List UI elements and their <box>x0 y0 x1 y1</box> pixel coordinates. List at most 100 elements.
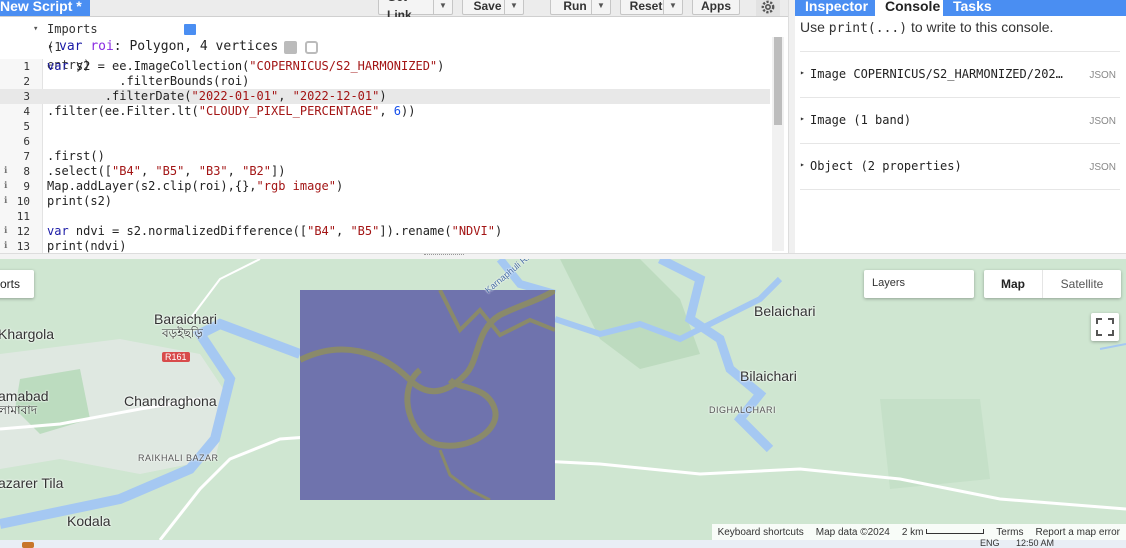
code-text[interactable]: .filter(ee.Filter.lt("CLOUDY_PIXEL_PERCE… <box>47 104 415 119</box>
console-entry[interactable]: ▸ Image (1 band) JSON <box>800 97 1120 143</box>
chevron-down-icon[interactable]: ▼ <box>663 0 682 14</box>
console-entry-text[interactable]: Object (2 properties) <box>810 159 1085 173</box>
expand-triangle-icon[interactable]: ▸ <box>800 160 805 169</box>
run-button[interactable]: Run ▼ <box>550 0 611 15</box>
code-line[interactable]: 1 var s2 = ee.ImageCollection("COPERNICUS… <box>0 59 770 74</box>
code-line[interactable]: ℹ 10 print(s2) <box>0 194 770 209</box>
apps-button[interactable]: Apps <box>692 0 740 15</box>
console-entry-text[interactable]: Image COPERNICUS/S2_HARMONIZED/202… <box>810 67 1085 81</box>
save-button[interactable]: Save ▼ <box>462 0 524 15</box>
terms-link[interactable]: Terms <box>996 527 1023 538</box>
hint-pre: Use <box>800 19 829 35</box>
tab-inspector[interactable]: Inspector <box>795 0 875 16</box>
place-bilaichari: Bilaichari <box>740 368 797 384</box>
tab-tasks[interactable]: Tasks <box>943 0 1002 16</box>
layers-button[interactable]: Layers <box>864 270 974 298</box>
code-token: print(ndvi) <box>47 239 127 253</box>
expand-triangle-icon[interactable]: ▸ <box>48 38 53 56</box>
code-text[interactable]: print(s2) <box>47 194 112 209</box>
roi-variable[interactable]: roi <box>90 39 113 54</box>
code-line[interactable]: ℹ 12 var ndvi = s2.normalizedDifference(["… <box>0 224 770 239</box>
code-text[interactable]: var s2 = ee.ImageCollection("COPERNICUS/… <box>47 59 444 74</box>
expand-triangle-icon[interactable]: ▸ <box>800 68 805 77</box>
console-entry-text[interactable]: Image (1 band) <box>810 113 1085 127</box>
code-line[interactable]: 4 .filter(ee.Filter.lt("CLOUDY_PIXEL_PERC… <box>0 104 770 119</box>
save-label: Save <box>473 0 502 13</box>
editor-scrollbar[interactable] <box>772 37 784 251</box>
script-title[interactable]: New Script * <box>0 0 90 16</box>
json-link[interactable]: JSON <box>1089 116 1116 127</box>
collapse-triangle-icon[interactable]: ▾ <box>33 20 38 38</box>
scale-label: 2 km <box>901 526 924 538</box>
code-text[interactable]: print(ndvi) <box>47 239 126 253</box>
code-token: , <box>184 164 199 178</box>
line-number: 7 <box>23 150 30 163</box>
json-link[interactable]: JSON <box>1089 162 1116 173</box>
code-line[interactable]: 7 .first() <box>0 149 770 164</box>
code-line[interactable]: ℹ 9 Map.addLayer(s2.clip(roi),{},"rgb imag… <box>0 179 770 194</box>
code-token: ]).rename( <box>379 224 452 238</box>
console-hint: Use print(...) to write to this console. <box>800 19 1053 36</box>
map-view[interactable]: Khargola Baraichari বড়ইছড়ি R161 amabad… <box>0 259 1126 540</box>
line-number: 4 <box>23 105 30 118</box>
console-entry[interactable]: ▸ Object (2 properties) JSON <box>800 143 1120 190</box>
map-footer: Keyboard shortcuts Map data ©2024 2 km T… <box>711 524 1126 540</box>
target-icon[interactable] <box>305 41 318 54</box>
code-token: 6 <box>393 104 402 118</box>
code-text[interactable]: .filterBounds(roi) <box>47 74 249 89</box>
code-line[interactable]: 6 <box>0 134 770 149</box>
json-link[interactable]: JSON <box>1089 70 1116 81</box>
clock[interactable]: 12:50 AM <box>1016 538 1054 548</box>
code-text[interactable]: Map.addLayer(s2.clip(roi),{},"rgb image"… <box>47 179 343 194</box>
code-text[interactable]: .first() <box>47 149 105 164</box>
app-icon[interactable] <box>22 542 34 548</box>
reset-label: Reset <box>629 0 663 13</box>
code-text[interactable]: .filterDate("2022-01-01", "2022-12-01") <box>47 89 387 104</box>
place-khargola: Khargola <box>0 326 55 342</box>
fullscreen-button[interactable] <box>1091 313 1119 341</box>
code-token: "2022-12-01" <box>292 89 380 103</box>
chevron-down-icon[interactable]: ▼ <box>433 0 452 14</box>
code-text[interactable]: .select(["B4", "B5", "B3", "B2"]) <box>47 164 285 179</box>
gear-icon[interactable] <box>284 41 297 54</box>
code-token: "CLOUDY_PIXEL_PERCENTAGE" <box>198 104 380 118</box>
expand-triangle-icon[interactable]: ▸ <box>800 114 805 123</box>
apps-label: Apps <box>701 0 731 13</box>
language-indicator[interactable]: ENG <box>980 538 1000 548</box>
code-line[interactable]: 3 .filterDate("2022-01-01", "2022-12-01"… <box>0 89 770 104</box>
code-token: var <box>47 224 76 238</box>
imports-map-label: orts <box>0 277 21 291</box>
report-error-link[interactable]: Report a map error <box>1036 527 1120 538</box>
settings-button[interactable] <box>756 0 780 16</box>
code-token: ) <box>494 224 503 238</box>
document-icon[interactable] <box>184 24 196 35</box>
line-number: 13 <box>16 240 30 253</box>
code-line[interactable]: ℹ 13 print(ndvi) <box>0 239 770 253</box>
reset-button[interactable]: Reset ▼ <box>620 0 683 15</box>
line-number: 9 <box>23 180 30 193</box>
code-token: ) <box>437 59 445 73</box>
chevron-down-icon[interactable]: ▼ <box>504 0 523 14</box>
code-token: "B5" <box>155 164 185 178</box>
code-line[interactable]: 2 .filterBounds(roi) <box>0 74 770 89</box>
map-type-map-button[interactable]: Map <box>984 270 1042 298</box>
hint-post: to write to this console. <box>907 19 1054 35</box>
get-link-button[interactable]: Get Link ▼ <box>378 0 453 22</box>
os-taskbar: ENG 12:50 AM <box>0 538 1126 548</box>
keyboard-shortcuts-link[interactable]: Keyboard shortcuts <box>718 527 804 538</box>
code-text[interactable]: var ndvi = s2.normalizedDifference(["B4"… <box>47 224 502 239</box>
console-entry[interactable]: ▸ Image COPERNICUS/S2_HARMONIZED/202… JS… <box>800 51 1120 97</box>
code-token: "B3" <box>198 164 228 178</box>
rgb-image-layer[interactable] <box>298 287 557 502</box>
code-line[interactable]: 5 <box>0 119 770 134</box>
code-line[interactable]: 11 <box>0 209 770 224</box>
map-type-satellite-button[interactable]: Satellite <box>1042 270 1121 298</box>
scrollbar-thumb[interactable] <box>774 37 782 125</box>
code-editor[interactable]: ▾ Imports (1 entry) ▸ var roi: Polygon, … <box>0 17 788 253</box>
code-token: , <box>278 89 293 103</box>
code-line[interactable]: ℹ 8 .select(["B4", "B5", "B3", "B2"]) <box>0 164 770 179</box>
chevron-down-icon[interactable]: ▼ <box>591 0 610 14</box>
imports-map-button[interactable]: orts <box>0 270 34 298</box>
scale-bar[interactable]: 2 km <box>901 526 985 538</box>
tab-console[interactable]: Console <box>875 0 943 16</box>
